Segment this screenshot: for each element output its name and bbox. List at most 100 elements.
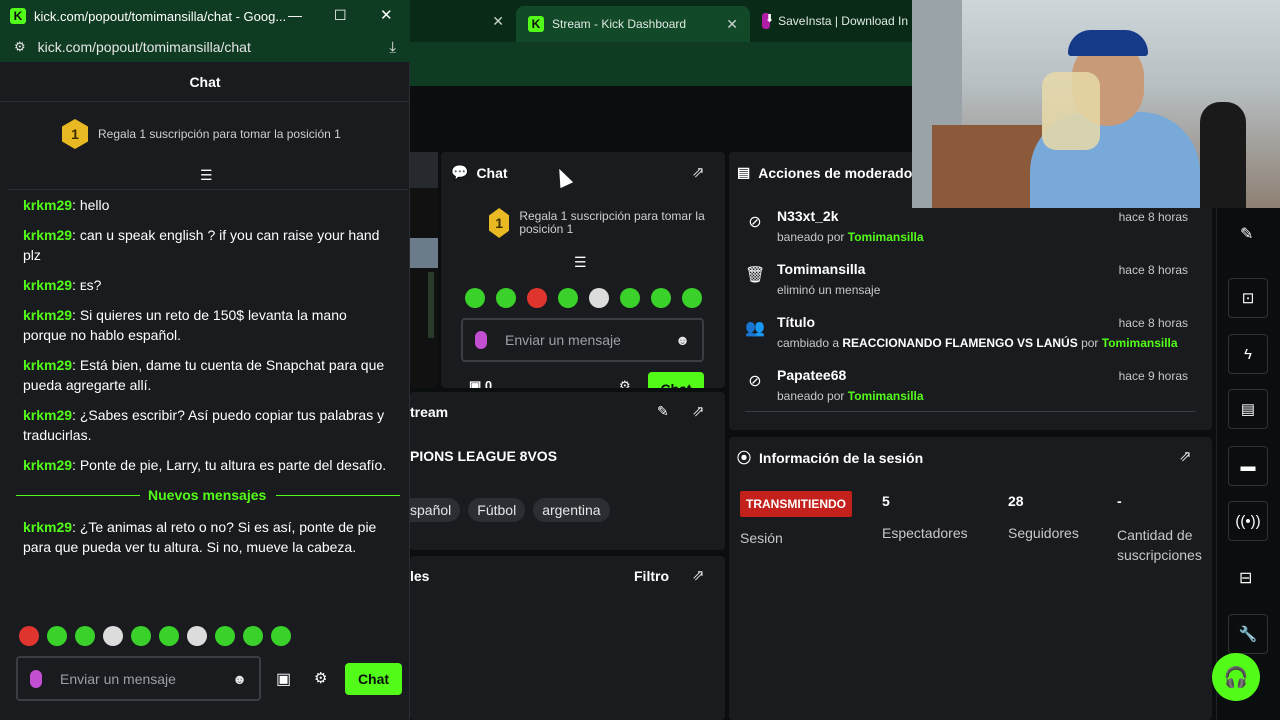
session-info-panel: ⦿ Información de la sesión ⇗ TRANSMITIEN… (729, 437, 1212, 720)
emote-icon[interactable] (19, 626, 39, 646)
emote-icon[interactable] (589, 288, 609, 308)
stream-info-title: tream (410, 404, 449, 420)
dashboard-chat-input[interactable]: Enviar un mensaje ☻ (461, 318, 704, 362)
mod-action-time: hace 8 horas (1118, 263, 1188, 277)
popout-icon[interactable]: ⇗ (692, 566, 705, 584)
chat-message: krkm29: Si quieres un reto de 150$ levan… (23, 307, 347, 343)
mod-actions-header: ▤ Acciones de moderado (737, 164, 912, 181)
emote-icon[interactable] (651, 288, 671, 308)
scroll-chat-icon[interactable]: ☰ (574, 254, 587, 271)
subs-label: Cantidad de suscripciones (1117, 527, 1202, 563)
live-status-badge: TRANSMITIENDO (740, 491, 852, 517)
emote-icon[interactable] (558, 288, 578, 308)
popout-chat-send-button[interactable]: Chat (345, 663, 402, 695)
screenshot-icon[interactable]: ⊡ (1228, 278, 1268, 318)
popout-gift-banner[interactable]: 1 Regala 1 suscripción para tomar la pos… (62, 119, 341, 149)
tab-close-icon[interactable]: ✕ (726, 16, 738, 33)
emote-icon[interactable] (47, 626, 67, 646)
browser-tab-kick-dashboard[interactable]: K Stream - Kick Dashboard ✕ (516, 6, 750, 42)
broadcast-icon[interactable]: ((•)) (1228, 501, 1268, 541)
pencil-icon[interactable]: ✎ (1240, 224, 1253, 244)
scroll-chat-icon[interactable]: ☰ (200, 167, 213, 184)
wrench-icon[interactable]: 🔧 (1228, 614, 1268, 654)
mic-icon[interactable] (30, 669, 42, 688)
mod-action-target[interactable]: Tomimansilla (777, 261, 865, 277)
chat-icon[interactable]: ▬ (1228, 446, 1268, 486)
tab-label: SaveInsta | Download In (778, 14, 908, 28)
emote-icon[interactable] (187, 626, 207, 646)
emoji-icon[interactable]: ☻ (232, 671, 247, 687)
mod-action-time: hace 8 horas (1118, 316, 1188, 330)
store-icon[interactable]: ▣ (276, 669, 291, 689)
chat-input-placeholder: Enviar un mensaje (60, 670, 176, 687)
chat-panel-header: 💬 Chat (451, 164, 508, 181)
download-site-icon (762, 12, 774, 29)
popout-url-bar[interactable]: ⚙ kick.com/popout/tomimansilla/chat ⤓ (0, 32, 410, 62)
close-icon[interactable]: ✕ (380, 6, 393, 24)
settings-icon[interactable]: ⚙ (619, 378, 631, 388)
maximize-icon[interactable]: ☐ (334, 7, 347, 24)
browser-tab-saveinsta[interactable]: SaveInsta | Download In (750, 6, 920, 36)
minimize-icon[interactable]: — (288, 7, 302, 23)
kick-logo-icon: K (528, 16, 544, 32)
emote-icon[interactable] (215, 626, 235, 646)
gift-banner[interactable]: 1 Regala 1 suscripción para tomar la pos… (489, 208, 709, 238)
mod-action-target[interactable]: Papatee68 (777, 367, 846, 383)
gift-banner-text: Regala 1 suscripción para tomar la posic… (519, 209, 705, 236)
site-settings-icon[interactable]: ⚙ (14, 39, 26, 55)
emote-icon[interactable] (682, 288, 702, 308)
stream-title: PIONS LEAGUE 8VOS (410, 448, 558, 464)
lower-left-title: les (410, 568, 430, 584)
mod-action-detail: baneado por Tomimansilla (777, 230, 924, 244)
title-edit-icon: 👥 (745, 320, 765, 337)
emoji-icon[interactable]: ☻ (675, 332, 690, 348)
popout-chat-input[interactable]: Enviar un mensaje ☻ (16, 656, 261, 701)
tag-argentina[interactable]: argentina (533, 498, 610, 522)
lightning-icon[interactable]: ϟ (1228, 334, 1268, 374)
popout-icon[interactable]: ⇗ (692, 402, 705, 420)
popout-icon[interactable]: ⇗ (1179, 447, 1192, 465)
session-label: Sesión (740, 530, 783, 546)
session-info-header: ⦿ Información de la sesión (737, 448, 923, 468)
dashboard-chat-send-button[interactable]: Chat (648, 372, 704, 388)
download-icon[interactable]: ⤓ (389, 39, 396, 56)
emote-icon[interactable] (271, 626, 291, 646)
edit-icon[interactable]: ✎ (657, 403, 669, 420)
tab-close-icon[interactable]: ✕ (492, 13, 504, 30)
rank-badge-icon: 1 (489, 208, 510, 238)
emote-icon[interactable] (496, 288, 516, 308)
tag-language[interactable]: spañol (410, 498, 461, 522)
microphone-shape (1200, 102, 1246, 208)
store-icon: ▣ (469, 378, 482, 388)
emote-icon[interactable] (620, 288, 640, 308)
mod-action-target[interactable]: Título (777, 314, 815, 330)
broadcast-icon: ⦿ (737, 450, 751, 466)
settings-icon[interactable]: ⚙ (314, 669, 327, 687)
chat-input-placeholder: Enviar un mensaje (505, 332, 621, 348)
emote-icon[interactable] (465, 288, 485, 308)
layout-icon[interactable]: ⊟ (1239, 568, 1252, 588)
emote-icon[interactable] (103, 626, 123, 646)
support-headset-icon[interactable]: 🎧 (1212, 653, 1260, 701)
document-icon[interactable]: ▤ (1228, 389, 1268, 429)
emote-icon[interactable] (243, 626, 263, 646)
emote-icon[interactable] (75, 626, 95, 646)
points-count[interactable]: ▣ 0 (469, 378, 492, 388)
browser-tab-hidden[interactable]: ✕ (410, 6, 516, 36)
emote-icon[interactable] (527, 288, 547, 308)
popout-icon[interactable]: ⇗ (692, 163, 705, 181)
new-messages-label[interactable]: Nuevos mensajes (148, 487, 266, 503)
emote-icon[interactable] (131, 626, 151, 646)
dashboard-chat-panel: 💬 Chat ⇗ 1 Regala 1 suscripción para tom… (441, 152, 725, 388)
mic-icon[interactable] (475, 331, 487, 349)
list-icon: ▤ (737, 164, 751, 180)
mod-action-row: 🗑 Tomimansilla hace 8 horas eliminó un m… (729, 261, 1204, 313)
emote-icon[interactable] (159, 626, 179, 646)
mod-action-target[interactable]: N33xt_2k (777, 208, 839, 224)
tag-football[interactable]: Fútbol (468, 498, 526, 522)
popout-titlebar: K kick.com/popout/tomimansilla/chat - Go… (0, 0, 410, 32)
gift-banner-text: Regala 1 suscripción para tomar la posic… (98, 127, 341, 141)
filter-button[interactable]: Filtro (634, 568, 669, 584)
tab-label: Stream - Kick Dashboard (552, 17, 687, 31)
lower-left-panel: les Filtro ⇗ (410, 556, 725, 720)
